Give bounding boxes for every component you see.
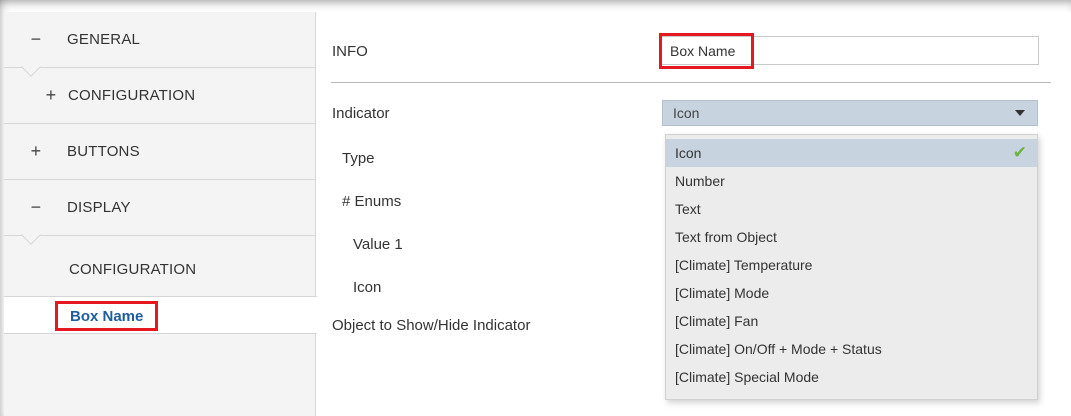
option-label: Icon [675, 145, 702, 161]
dropdown-option[interactable]: [Climate] Temperature [666, 251, 1037, 279]
value-1-label: Value 1 [353, 236, 403, 253]
object-show-hide-label: Object to Show/Hide Indicator [332, 317, 531, 334]
sidebar-item-display[interactable]: − DISPLAY [4, 180, 316, 245]
option-label: Text [675, 201, 701, 217]
checkmark-icon: ✔ [1012, 143, 1027, 162]
box-name-input[interactable]: Box Name [659, 36, 1039, 65]
info-label: INFO [332, 43, 368, 60]
sidebar-item-label: DISPLAY [67, 199, 131, 216]
dropdown-option[interactable]: Number [666, 167, 1037, 195]
dropdown-option[interactable]: [Climate] On/Off + Mode + Status [666, 335, 1037, 363]
enums-label: # Enums [342, 193, 402, 210]
section-notch [21, 225, 41, 245]
chevron-down-icon[interactable] [1015, 110, 1025, 116]
dropdown-option[interactable]: [Climate] Fan [666, 307, 1037, 335]
dropdown-option[interactable]: [Climate] Special Mode [666, 363, 1037, 391]
sidebar-item-label: CONFIGURATION [69, 260, 197, 278]
dropdown-option[interactable]: [Climate] Mode [666, 279, 1037, 307]
dropdown-option[interactable]: Icon ✔ [666, 139, 1037, 167]
sidebar-item-box-name[interactable]: Box Name [4, 296, 320, 334]
sidebar-item-label: GENERAL [67, 31, 141, 48]
dropdown-option[interactable]: Text [666, 195, 1037, 223]
expand-icon[interactable]: + [29, 141, 43, 162]
option-label: [Climate] Fan [675, 313, 759, 329]
sidebar-item-label-selected: Box Name [55, 301, 159, 331]
indicator-dropdown-list: Icon ✔ Number Text Text from Object [Cli… [665, 134, 1038, 400]
parameter-panel: INFO Box Name Indicator Icon Type # Enum… [317, 12, 1071, 416]
app-window: − GENERAL + CONFIGURATION + BUTTONS − DI… [0, 0, 1071, 416]
option-label: [Climate] On/Off + Mode + Status [675, 341, 882, 357]
type-label: Type [342, 150, 375, 167]
sidebar-item-display-configuration[interactable]: CONFIGURATION [4, 244, 316, 294]
option-label: [Climate] Mode [675, 285, 770, 301]
sidebar-item-general[interactable]: − GENERAL [4, 12, 316, 77]
sidebar-item-general-configuration[interactable]: + CONFIGURATION [4, 68, 316, 124]
option-label: Number [675, 173, 725, 189]
option-label: [Climate] Special Mode [675, 369, 819, 385]
indicator-select-value: Icon [673, 105, 700, 121]
collapse-icon[interactable]: − [29, 29, 43, 50]
expand-icon[interactable]: + [44, 85, 58, 106]
sidebar-item-label: BUTTONS [67, 143, 140, 160]
sidebar-tree: − GENERAL + CONFIGURATION + BUTTONS − DI… [4, 12, 320, 416]
icon-label: Icon [353, 279, 382, 296]
collapse-icon[interactable]: − [29, 197, 43, 218]
option-label: [Climate] Temperature [675, 257, 813, 273]
indicator-label: Indicator [332, 105, 390, 122]
option-label: Text from Object [675, 229, 777, 245]
sidebar-item-buttons[interactable]: + BUTTONS [4, 124, 316, 180]
dropdown-option[interactable]: Text from Object [666, 223, 1037, 251]
indicator-select[interactable]: Icon [662, 100, 1038, 126]
sidebar-item-label: CONFIGURATION [68, 87, 196, 104]
divider [331, 82, 1051, 83]
